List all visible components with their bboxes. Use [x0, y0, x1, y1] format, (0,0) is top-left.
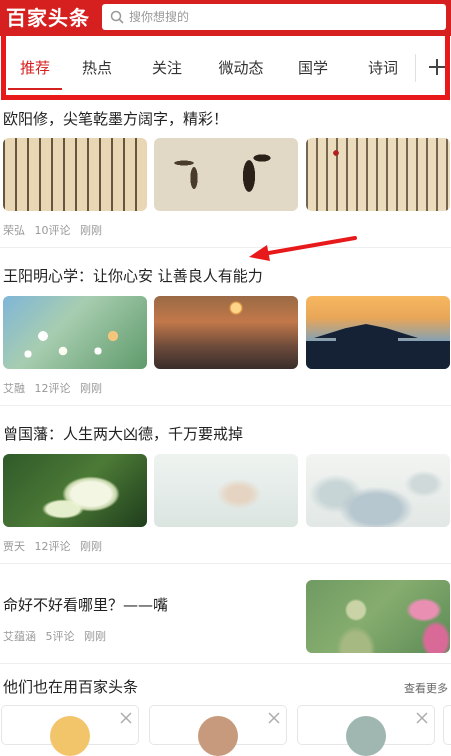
see-more-link[interactable]: 查看更多	[404, 680, 448, 696]
article-card[interactable]: 欧阳修，尖笔乾墨方阔字，精彩！ 荣弘 10评论 刚刚	[0, 100, 451, 248]
article-author: 艾蕴涵	[3, 630, 36, 643]
article-thumbnail	[3, 296, 147, 369]
search-input[interactable]	[129, 4, 429, 30]
close-icon[interactable]	[120, 712, 132, 724]
divider	[0, 663, 451, 664]
article-author: 贾天	[3, 540, 25, 553]
article-thumbnail	[154, 138, 298, 211]
article-meta: 贾天 12评论 刚刚	[3, 538, 108, 554]
article-comment-count: 12评论	[34, 382, 71, 395]
article-time: 刚刚	[80, 382, 102, 395]
article-thumbnail	[306, 580, 450, 653]
avatar	[198, 716, 238, 756]
pagoda-silhouette	[336, 336, 398, 369]
app-logo: 百家头条	[6, 6, 90, 30]
article-time: 刚刚	[84, 630, 106, 643]
article-thumbnail	[3, 138, 147, 211]
article-thumbnail	[154, 454, 298, 527]
suggested-user-card[interactable]	[443, 705, 451, 745]
article-thumbnail	[154, 296, 298, 369]
article-author: 艾融	[3, 382, 25, 395]
pagoda-silhouette	[314, 324, 418, 338]
avatar	[50, 716, 90, 756]
annotation-arrow-icon	[249, 236, 357, 261]
suggested-user-card[interactable]	[149, 705, 287, 756]
article-meta: 荣弘 10评论 刚刚	[3, 222, 108, 238]
close-icon[interactable]	[416, 712, 428, 724]
article-thumbnail	[306, 454, 450, 527]
annotation-highlight-box	[1, 36, 450, 100]
article-title[interactable]: 命好不好看哪里？——嘴	[3, 594, 168, 615]
article-thumbnail	[3, 454, 147, 527]
article-card[interactable]: 命好不好看哪里？——嘴 艾蕴涵 5评论 刚刚	[0, 564, 451, 664]
article-card[interactable]: 王阳明心学：让你心安 让善良人有能力 艾融 12评论 刚刚	[0, 248, 451, 406]
article-time: 刚刚	[80, 224, 102, 237]
article-meta: 艾融 12评论 刚刚	[3, 380, 108, 396]
close-icon[interactable]	[268, 712, 280, 724]
article-time: 刚刚	[80, 540, 102, 553]
article-title[interactable]: 王阳明心学：让你心安 让善良人有能力	[3, 265, 263, 286]
article-card[interactable]: 曾国藩：人生两大凶德，千万要戒掉 贾天 12评论 刚刚	[0, 406, 451, 564]
article-meta: 艾蕴涵 5评论 刚刚	[3, 628, 112, 644]
article-thumbnail	[306, 296, 450, 369]
article-title[interactable]: 欧阳修，尖笔乾墨方阔字，精彩！	[3, 108, 228, 129]
search-bar[interactable]	[102, 4, 446, 30]
article-author: 荣弘	[3, 224, 25, 237]
suggested-user-card[interactable]	[1, 705, 139, 756]
article-title[interactable]: 曾国藩：人生两大凶德，千万要戒掉	[3, 423, 243, 444]
search-icon	[110, 10, 124, 24]
article-comment-count: 12评论	[34, 540, 71, 553]
app-header: 百家头条	[0, 0, 451, 36]
article-thumbnail	[306, 138, 450, 211]
also-using-title: 他们也在用百家头条	[3, 678, 139, 696]
avatar	[346, 716, 386, 756]
article-comment-count: 10评论	[34, 224, 71, 237]
suggested-user-card[interactable]	[297, 705, 435, 756]
article-comment-count: 5评论	[45, 630, 75, 643]
